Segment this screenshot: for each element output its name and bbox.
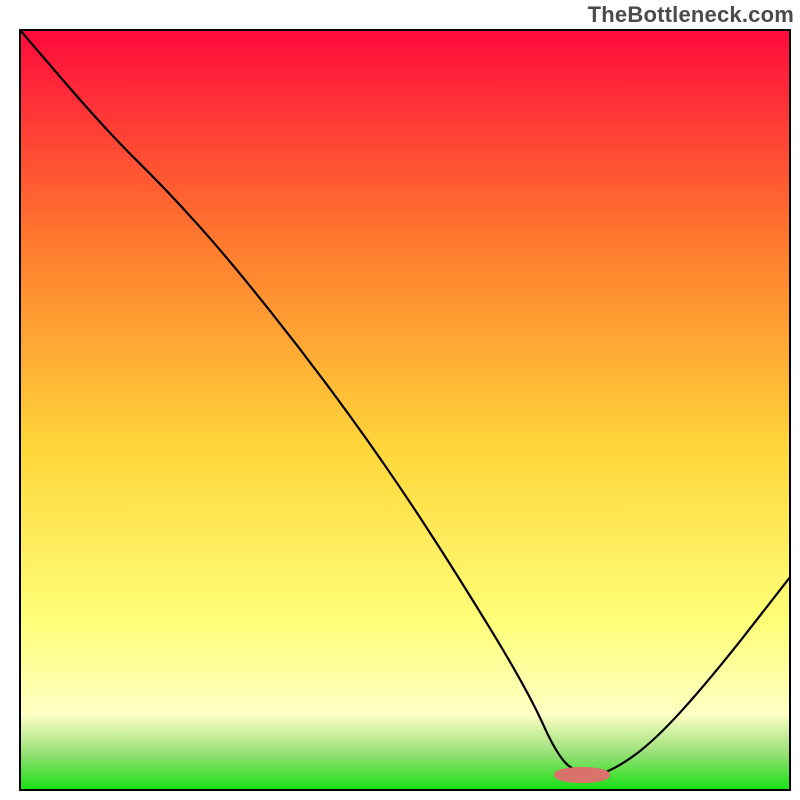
gradient-background [20,30,790,790]
bottleneck-plot [0,0,800,800]
chart-stage: TheBottleneck.com [0,0,800,800]
optimum-marker [556,769,608,781]
